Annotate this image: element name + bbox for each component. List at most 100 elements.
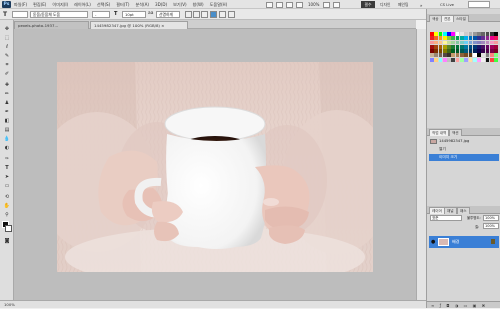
- color-swatch[interactable]: [438, 40, 443, 45]
- color-swatch[interactable]: [451, 36, 456, 41]
- color-swatch[interactable]: [451, 49, 456, 53]
- quick-select-tool-icon[interactable]: ✎: [2, 53, 12, 60]
- color-swatch[interactable]: [455, 44, 460, 49]
- menu-item[interactable]: 필터(T): [116, 2, 129, 8]
- color-swatch[interactable]: [455, 49, 460, 53]
- color-swatch[interactable]: [459, 49, 464, 53]
- color-swatch[interactable]: [447, 32, 451, 36]
- color-swatch[interactable]: [494, 57, 498, 62]
- color-swatch[interactable]: [464, 40, 469, 45]
- color-swatch[interactable]: [477, 32, 481, 36]
- color-swatch[interactable]: [434, 57, 439, 62]
- blur-tool-icon[interactable]: 💧: [2, 136, 12, 143]
- tab-actions[interactable]: 액션: [449, 129, 462, 136]
- color-swatch[interactable]: [489, 44, 494, 49]
- history-item-open[interactable]: 열기: [429, 146, 499, 153]
- align-left-icon[interactable]: [185, 11, 192, 18]
- color-swatch[interactable]: [477, 40, 481, 45]
- color-swatch[interactable]: [489, 32, 494, 36]
- fill-input[interactable]: 100%: [483, 223, 499, 229]
- mask-icon[interactable]: ◘: [446, 303, 451, 308]
- color-swatch[interactable]: [485, 53, 490, 58]
- launch-bridge-icon[interactable]: [266, 1, 273, 8]
- search-input[interactable]: [468, 1, 490, 8]
- color-swatch[interactable]: [481, 57, 486, 62]
- color-swatch[interactable]: [442, 44, 447, 49]
- color-swatch[interactable]: [430, 40, 434, 45]
- history-snapshot[interactable]: 1445982347.jpg: [429, 138, 499, 145]
- color-swatch[interactable]: [455, 53, 460, 58]
- color-swatch[interactable]: [472, 49, 477, 53]
- color-swatch[interactable]: [464, 32, 469, 36]
- color-swatch[interactable]: [472, 36, 477, 41]
- workspace-painting-button[interactable]: 페인팅: [398, 1, 408, 8]
- zoom-tool-icon[interactable]: [296, 1, 303, 8]
- color-swatch[interactable]: [442, 40, 447, 45]
- color-swatch[interactable]: [442, 49, 447, 53]
- color-swatch[interactable]: [464, 57, 469, 62]
- menu-item[interactable]: 파일(F): [14, 2, 27, 8]
- dodge-tool-icon[interactable]: ◐: [2, 145, 12, 152]
- color-swatch[interactable]: [430, 57, 434, 62]
- color-swatch[interactable]: [438, 49, 443, 53]
- brush-tool-icon[interactable]: ✏: [2, 91, 12, 98]
- color-swatch[interactable]: [468, 53, 473, 58]
- tab-history[interactable]: 작업 내역: [429, 129, 450, 136]
- blend-mode-dropdown[interactable]: 표준: [430, 215, 462, 221]
- color-swatch[interactable]: [438, 44, 443, 49]
- color-swatch[interactable]: [494, 49, 498, 53]
- text-color-swatch[interactable]: [210, 11, 217, 18]
- tab-styles[interactable]: 스타일: [453, 15, 469, 22]
- color-swatch[interactable]: [494, 32, 498, 36]
- tool-preset-dropdown[interactable]: [12, 11, 28, 18]
- menu-item[interactable]: 도움말(H): [210, 2, 228, 8]
- color-swatch[interactable]: [430, 53, 434, 58]
- color-swatch[interactable]: [451, 40, 456, 45]
- color-swatch[interactable]: [442, 32, 447, 36]
- menu-item[interactable]: 선택(S): [97, 2, 110, 8]
- align-center-icon[interactable]: [193, 11, 200, 18]
- color-swatch[interactable]: [485, 32, 490, 36]
- color-swatch[interactable]: [464, 53, 469, 58]
- menu-item[interactable]: 분석(A): [135, 2, 149, 8]
- color-swatch[interactable]: [434, 53, 439, 58]
- color-swatch[interactable]: [494, 36, 498, 41]
- tab-layers[interactable]: 레이어: [429, 207, 445, 214]
- color-swatch[interactable]: [472, 32, 477, 36]
- layer-row-background[interactable]: ● 배경: [429, 236, 499, 248]
- color-swatch[interactable]: [485, 57, 490, 62]
- workspace-essentials-button[interactable]: 필수: [361, 1, 375, 8]
- zoom-level-dropdown[interactable]: 100%: [308, 2, 319, 7]
- background-color-swatch[interactable]: [5, 225, 12, 232]
- color-swatch[interactable]: [477, 36, 481, 41]
- arrange-documents-icon[interactable]: [323, 1, 331, 8]
- path-select-tool-icon[interactable]: ➤: [2, 174, 12, 181]
- marquee-tool-icon[interactable]: ⬚: [2, 35, 12, 42]
- color-swatch[interactable]: [438, 57, 443, 62]
- color-swatch[interactable]: [468, 32, 473, 36]
- status-zoom[interactable]: 100%: [4, 302, 15, 307]
- color-swatch[interactable]: [438, 32, 443, 36]
- color-swatch[interactable]: [430, 36, 434, 41]
- color-swatch[interactable]: [481, 53, 486, 58]
- color-swatch[interactable]: [451, 53, 456, 58]
- color-swatch[interactable]: [438, 53, 443, 58]
- link-layers-icon[interactable]: ∞: [431, 303, 436, 308]
- color-swatch[interactable]: [430, 49, 434, 53]
- eyedropper-tool-icon[interactable]: ✐: [2, 71, 12, 78]
- menu-item[interactable]: 보기(V): [173, 2, 187, 8]
- color-swatch[interactable]: [442, 53, 447, 58]
- menu-item[interactable]: 3D(D): [155, 2, 167, 7]
- color-swatch[interactable]: [481, 32, 486, 36]
- menu-item[interactable]: 이미지(I): [52, 2, 68, 8]
- color-swatch[interactable]: [459, 53, 464, 58]
- color-swatch[interactable]: [489, 53, 494, 58]
- color-swatch[interactable]: [430, 44, 434, 49]
- color-swatch[interactable]: [494, 40, 498, 45]
- color-swatch[interactable]: [485, 44, 490, 49]
- color-swatch[interactable]: [438, 36, 443, 41]
- color-swatch[interactable]: [468, 40, 473, 45]
- document-image[interactable]: [57, 62, 373, 272]
- quick-mask-icon[interactable]: ◙: [2, 238, 12, 245]
- color-swatch[interactable]: [442, 36, 447, 41]
